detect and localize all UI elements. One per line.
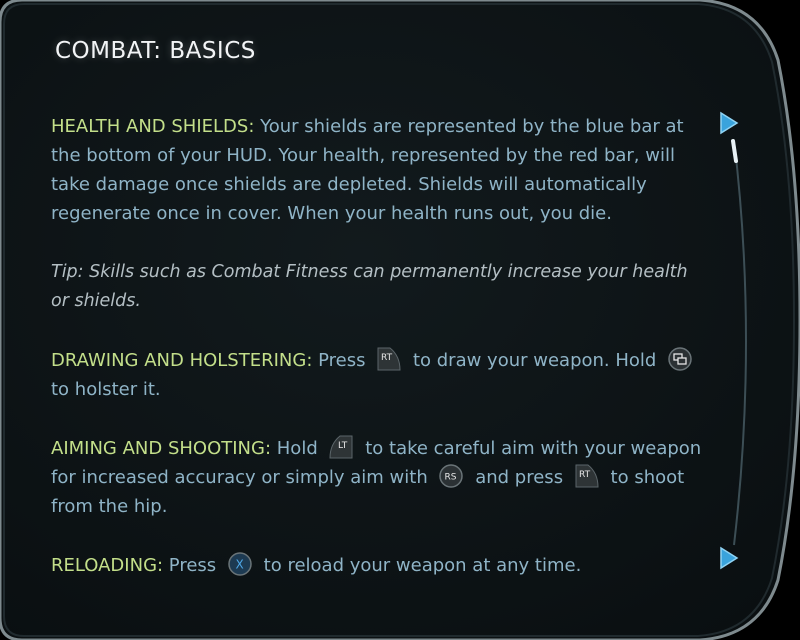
svg-text:X: X (235, 558, 243, 572)
svg-text:LT: LT (338, 441, 348, 451)
aiming-text-3: and press (475, 467, 564, 488)
rt-trigger-icon: RT (376, 346, 402, 372)
health-shields-paragraph: HEALTH AND SHIELDS: Your shields are rep… (51, 112, 711, 228)
tip-paragraph: Tip: Skills such as Combat Fitness can p… (51, 262, 688, 311)
reloading-heading: RELOADING: (51, 555, 164, 576)
drawing-holstering-heading: DRAWING AND HOLSTERING: (51, 350, 313, 371)
page-title: COMBAT: BASICS (55, 38, 256, 64)
scroll-down-arrow-icon[interactable] (718, 546, 740, 570)
reloading-paragraph: RELOADING: Press X to reload your weapon… (51, 551, 711, 580)
health-shields-heading: HEALTH AND SHIELDS: (51, 116, 255, 137)
drawing-text-1: Press (312, 350, 366, 371)
reloading-text-2: to reload your weapon at any time. (263, 555, 582, 576)
drawing-text-3: to holster it. (51, 379, 161, 400)
svg-text:RS: RS (445, 473, 457, 483)
back-view-icon (667, 346, 693, 372)
svg-text:RT: RT (381, 353, 393, 363)
codex-content: HEALTH AND SHIELDS: Your shields are rep… (51, 112, 711, 580)
aiming-shooting-heading: AIMING AND SHOOTING: (51, 438, 272, 459)
aiming-shooting-paragraph: AIMING AND SHOOTING: Hold LT to take car… (51, 434, 711, 521)
aiming-text-1: Hold (271, 438, 318, 459)
reloading-text-1: Press (163, 555, 217, 576)
svg-text:RT: RT (579, 470, 591, 480)
rs-stick-icon: RS (438, 463, 464, 489)
scroll-up-arrow-icon[interactable] (718, 111, 740, 135)
codex-panel: COMBAT: BASICS HEALTH AND SHIELDS: Your … (0, 0, 800, 640)
x-button-icon: X (227, 551, 253, 577)
rt-trigger-icon-2: RT (574, 463, 600, 489)
drawing-text-2: to draw your weapon. Hold (412, 350, 657, 371)
lt-trigger-icon: LT (328, 434, 354, 460)
drawing-holstering-paragraph: DRAWING AND HOLSTERING: Press RT to draw… (51, 346, 711, 404)
scrollbar-thumb[interactable] (729, 139, 741, 165)
